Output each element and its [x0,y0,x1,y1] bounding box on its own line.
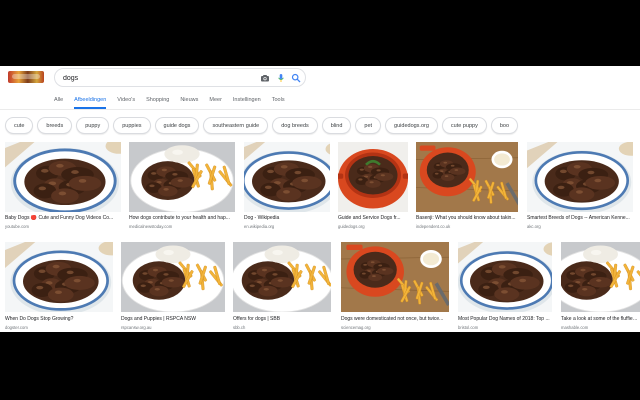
image-result[interactable]: Offers for dogs | SBB sbb.ch [233,242,331,332]
result-source: mashable.com [561,325,589,330]
result-source: rspcansw.org.au [121,325,152,330]
result-caption[interactable]: How dogs contribute to your health and h… [129,215,235,221]
result-source: independent.co.uk [416,224,451,229]
tab-news[interactable]: Nieuws [180,95,198,109]
image-result[interactable]: Dogs and Puppies | RSPCA NSW rspcansw.or… [121,242,225,332]
microphone-icon[interactable] [276,73,286,83]
result-caption[interactable]: Dogs were domesticated not once, but twi… [341,316,449,322]
result-caption[interactable]: Take a look at some of the fluffiest ... [561,316,640,322]
image-result[interactable]: Dog - Wikipedia en.wikipedia.org [244,142,330,234]
chip-related-search[interactable]: guide dogs [154,117,200,134]
google-images-page: Alle Afbeeldingen Video's Shopping Nieuw… [0,66,640,332]
result-caption[interactable]: Most Popular Dog Names of 2018: Top ... [458,316,552,322]
result-source: en.wikipedia.org [244,224,275,229]
tab-shopping[interactable]: Shopping [146,95,169,109]
image-result[interactable]: Most Popular Dog Names of 2018: Top ... … [458,242,552,332]
chip-related-search[interactable]: dog breeds [272,117,318,134]
chip-related-search[interactable]: cute puppy [441,117,487,134]
result-caption[interactable]: Baby Dogs 🔴 Cute and Funny Dog Videos Co… [5,215,121,221]
result-caption[interactable]: Smartest Breeds of Dogs -- American Kenn… [527,215,633,221]
search-icon[interactable] [291,73,301,83]
result-thumbnail[interactable] [5,142,121,212]
result-thumbnail[interactable] [341,242,449,312]
result-caption[interactable]: When Do Dogs Stop Growing? [5,316,113,322]
image-result[interactable]: Baby Dogs 🔴 Cute and Funny Dog Videos Co… [5,142,121,234]
result-caption[interactable]: Basenji: What you should know about taki… [416,215,518,221]
tab-settings[interactable]: Instellingen [233,95,261,109]
result-thumbnail[interactable] [416,142,518,212]
result-caption[interactable]: Dog - Wikipedia [244,215,330,221]
tab-images[interactable]: Afbeeldingen [74,95,107,109]
chip-related-search[interactable]: breeds [37,117,73,134]
result-caption[interactable]: Guide and Service Dogs fr... [338,215,408,221]
result-source: medicalnewstoday.com [129,224,173,229]
chip-related-search[interactable]: blind [321,117,352,134]
chip-related-search[interactable]: pet [355,117,382,134]
image-result[interactable]: How dogs contribute to your health and h… [129,142,235,234]
google-doodle-logo[interactable] [8,71,44,83]
search-tabs: Alle Afbeeldingen Video's Shopping Nieuw… [54,95,296,109]
result-source: sciencemag.org [341,325,371,330]
tab-videos[interactable]: Video's [117,95,135,109]
chip-related-search[interactable]: guidedogs.org [385,117,438,134]
result-thumbnail[interactable] [561,242,640,312]
chip-related-search[interactable]: puppy [76,117,110,134]
image-result[interactable]: Smartest Breeds of Dogs -- American Kenn… [527,142,633,234]
image-result[interactable]: Dogs were domesticated not once, but twi… [341,242,449,332]
result-thumbnail[interactable] [129,142,235,212]
result-source: bristol.com [458,325,479,330]
image-result[interactable]: Take a look at some of the fluffiest ...… [561,242,640,332]
image-result[interactable]: Guide and Service Dogs fr... guidedogs.o… [338,142,408,234]
image-result[interactable]: Basenji: What you should know about taki… [416,142,518,234]
result-source: sbb.ch [233,325,246,330]
chip-related-search[interactable]: southeastern guide [203,117,269,134]
result-source: dogster.com [5,325,28,330]
related-search-chips: cute breeds puppy puppies guide dogs sou… [5,117,522,134]
result-caption[interactable]: Offers for dogs | SBB [233,316,331,322]
chip-related-search[interactable]: boo [490,117,519,134]
result-source: akc.org [527,224,541,229]
result-thumbnail[interactable] [458,242,552,312]
result-source: guidedogs.org [338,224,365,229]
tab-tools[interactable]: Tools [272,95,285,109]
tab-all[interactable]: Alle [54,95,63,109]
result-thumbnail[interactable] [244,142,330,212]
header-divider [0,109,640,110]
search-box[interactable] [54,68,306,87]
result-thumbnail[interactable] [233,242,331,312]
result-caption[interactable]: Dogs and Puppies | RSPCA NSW [121,316,225,322]
result-thumbnail[interactable] [338,142,408,212]
result-thumbnail[interactable] [121,242,225,312]
search-input[interactable] [63,72,253,84]
result-thumbnail[interactable] [527,142,633,212]
chip-related-search[interactable]: puppies [113,117,151,134]
result-thumbnail[interactable] [5,242,113,312]
tab-more[interactable]: Meer [209,95,222,109]
camera-icon[interactable] [260,73,270,83]
result-source: youtube.com [5,224,29,229]
image-result[interactable]: When Do Dogs Stop Growing? dogster.com [5,242,113,332]
chip-related-search[interactable]: cute [5,117,34,134]
